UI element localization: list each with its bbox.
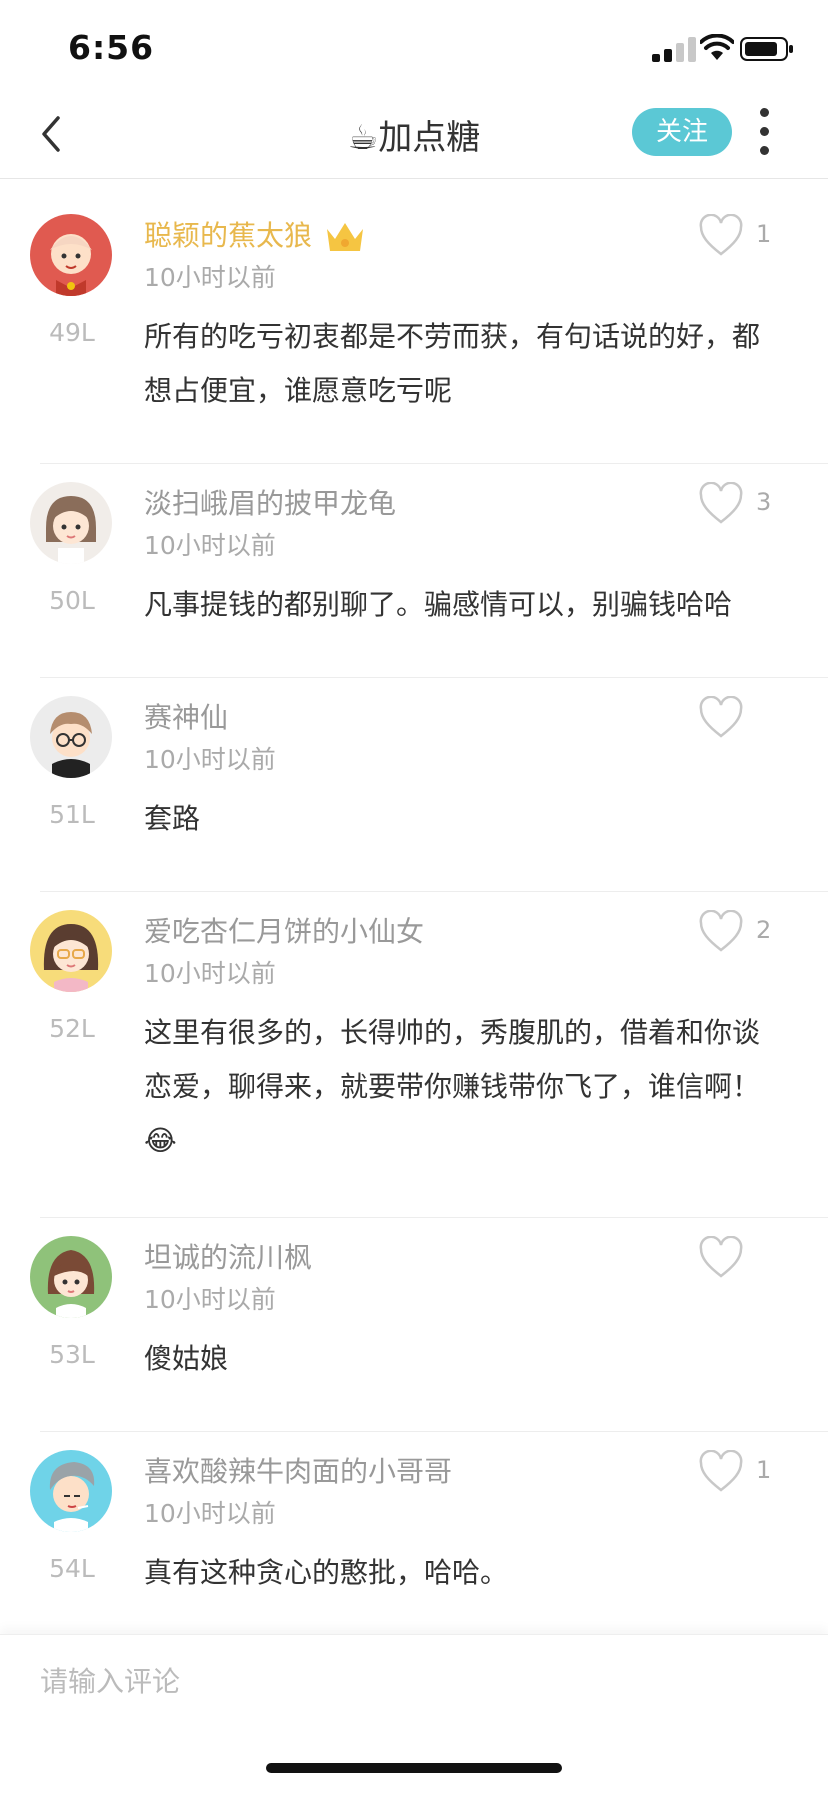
comment-text: 这里有很多的，长得帅的，秀腹肌的，借着和你谈恋爱，聊得来，就要带你赚钱带你飞了，… xyxy=(144,1016,761,1157)
heart-icon xyxy=(699,1236,743,1278)
username[interactable]: 聪颖的蕉太狼 xyxy=(144,214,366,255)
navigation-bar: ☕加点糖 关注 xyxy=(0,96,828,179)
floor-number: 52L xyxy=(49,1014,95,1043)
comment-list: 聪颖的蕉太狼 10小时以前 1 49L 所有的吃亏初衷都是不劳而获，有句话说的好… xyxy=(0,196,828,1632)
like-count: 3 xyxy=(756,488,772,516)
comment-text: 凡事提钱的都别聊了。骗感情可以，别骗钱哈哈 xyxy=(144,588,733,621)
floor-number: 51L xyxy=(49,800,95,829)
comment-item: 喜欢酸辣牛肉面的小哥哥 10小时以前 1 54L 真有这种贪心的憨批，哈哈。 xyxy=(30,1432,828,1632)
heart-icon xyxy=(699,482,743,524)
username[interactable]: 坦诚的流川枫 xyxy=(144,1236,312,1276)
username[interactable]: 淡扫峨眉的披甲龙龟 xyxy=(144,482,396,522)
avatar[interactable] xyxy=(30,1450,112,1532)
username[interactable]: 赛神仙 xyxy=(144,696,228,736)
more-options-icon[interactable] xyxy=(752,106,776,158)
avatar[interactable] xyxy=(30,1236,112,1318)
comment-text: 所有的吃亏初衷都是不劳而获，有句话说的好，都想占便宜，谁愿意吃亏呢 xyxy=(144,320,761,407)
username[interactable]: 爱吃杏仁月饼的小仙女 xyxy=(144,910,424,950)
avatar[interactable] xyxy=(30,214,112,296)
home-indicator xyxy=(266,1763,562,1773)
follow-button[interactable]: 关注 xyxy=(632,108,732,156)
cellular-signal-icon xyxy=(652,36,700,62)
like-count: 1 xyxy=(756,1456,772,1484)
comment-input-bar xyxy=(0,1634,828,1793)
like-count: 2 xyxy=(756,916,772,944)
comment-item: 淡扫峨眉的披甲龙龟 10小时以前 3 50L 凡事提钱的都别聊了。骗感情可以，别… xyxy=(30,464,828,678)
comment-time: 10小时以前 xyxy=(144,1285,276,1314)
comment-time: 10小时以前 xyxy=(144,745,276,774)
floor-number: 50L xyxy=(49,586,95,615)
heart-icon xyxy=(699,696,743,738)
avatar[interactable] xyxy=(30,696,112,778)
comment-text: 傻姑娘 xyxy=(144,1342,229,1375)
comment-text: 套路 xyxy=(144,802,201,835)
comment-time: 10小时以前 xyxy=(144,959,276,988)
status-bar: 6:56 xyxy=(0,0,828,96)
comment-item: 坦诚的流川枫 10小时以前 53L 傻姑娘 xyxy=(30,1218,828,1432)
crown-icon xyxy=(327,223,364,251)
comment-time: 10小时以前 xyxy=(144,531,276,560)
avatar[interactable] xyxy=(30,482,112,564)
floor-number: 49L xyxy=(49,318,95,347)
wifi-icon xyxy=(700,34,734,60)
floor-number: 54L xyxy=(49,1554,95,1583)
heart-icon xyxy=(699,214,743,256)
username-text: 聪颖的蕉太狼 xyxy=(144,219,313,252)
like-count: 1 xyxy=(756,220,772,248)
comment-text: 真有这种贪心的憨批，哈哈。 xyxy=(144,1556,509,1589)
comment-time: 10小时以前 xyxy=(144,1499,276,1528)
battery-icon xyxy=(740,37,793,61)
heart-icon xyxy=(699,1450,743,1492)
comment-item: 聪颖的蕉太狼 10小时以前 1 49L 所有的吃亏初衷都是不劳而获，有句话说的好… xyxy=(30,196,828,464)
comment-input[interactable] xyxy=(38,1655,782,1707)
status-time: 6:56 xyxy=(68,28,155,67)
username[interactable]: 喜欢酸辣牛肉面的小哥哥 xyxy=(144,1450,452,1490)
comment-item: 赛神仙 10小时以前 51L 套路 xyxy=(30,678,828,892)
comment-item: 爱吃杏仁月饼的小仙女 10小时以前 2 52L 这里有很多的，长得帅的，秀腹肌的… xyxy=(30,892,828,1218)
comment-time: 10小时以前 xyxy=(144,263,276,292)
avatar[interactable] xyxy=(30,910,112,992)
floor-number: 53L xyxy=(49,1340,95,1369)
heart-icon xyxy=(699,910,743,952)
